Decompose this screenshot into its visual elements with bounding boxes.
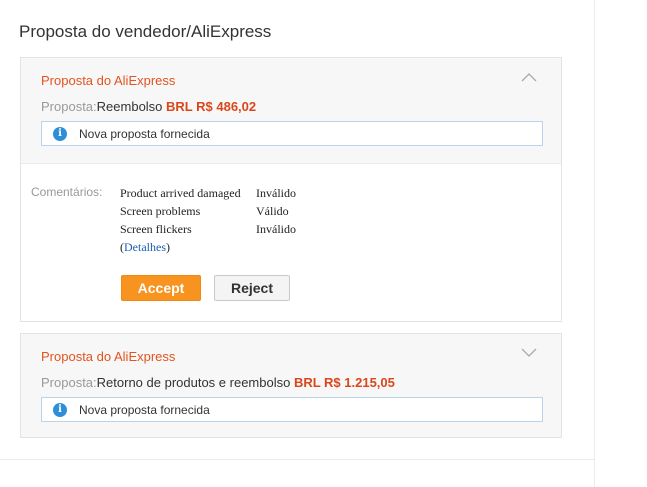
comment-issue: Screen problems (120, 203, 201, 218)
details-close-paren: ) (165, 240, 170, 254)
comment-issue: Screen flickers (120, 221, 192, 236)
details-line: (Detalhes) (120, 238, 296, 256)
proposal-title: Proposta do AliExpress (41, 73, 176, 88)
info-icon: i (53, 127, 67, 141)
comment-issue: Product arrived damaged (120, 185, 241, 200)
proposal-header: Proposta do AliExpress Proposta:Reembols… (21, 58, 561, 164)
new-proposal-notice: i Nova proposta fornecida (41, 121, 543, 146)
proposal-card-aliexpress-refund: Proposta do AliExpress Proposta:Reembols… (20, 57, 562, 322)
notice-text: Nova proposta fornecida (79, 403, 210, 417)
chevron-down-icon[interactable] (521, 348, 537, 358)
comment-status: Válido (256, 203, 289, 218)
right-divider (594, 0, 595, 487)
bottom-divider (0, 459, 594, 460)
accept-button[interactable]: Accept (121, 275, 201, 301)
comment-row: Screen flickers Inválido (120, 220, 296, 238)
section-title: Proposta do vendedor/AliExpress (19, 22, 272, 41)
notice-text: Nova proposta fornecida (79, 127, 210, 141)
comment-row: Product arrived damaged Inválido (120, 184, 296, 202)
comment-status: Inválido (256, 221, 296, 236)
proposal-label: Proposta: (41, 375, 97, 390)
reject-button[interactable]: Reject (214, 275, 290, 301)
proposal-line: Proposta:Retorno de produtos e reembolso… (41, 375, 395, 390)
proposal-type: Reembolso (96, 99, 167, 114)
chevron-up-icon[interactable] (521, 72, 537, 82)
details-link[interactable]: Detalhes (124, 240, 166, 254)
proposal-header: Proposta do AliExpress Proposta:Retorno … (21, 334, 561, 437)
comment-row: Screen problems Válido (120, 202, 296, 220)
comments-label: Comentários: (31, 185, 103, 199)
comment-status: Inválido (256, 185, 296, 200)
info-icon: i (53, 403, 67, 417)
proposal-title: Proposta do AliExpress (41, 349, 176, 364)
proposal-amount: BRL R$ 1.215,05 (293, 375, 395, 390)
proposal-type: Retorno de produtos e reembolso (96, 375, 294, 390)
new-proposal-notice: i Nova proposta fornecida (41, 397, 543, 422)
proposal-line: Proposta:Reembolso BRL R$ 486,02 (41, 99, 256, 114)
proposal-amount: BRL R$ 486,02 (166, 99, 257, 114)
proposal-card-aliexpress-return-refund: Proposta do AliExpress Proposta:Retorno … (20, 333, 562, 438)
proposal-label: Proposta: (41, 99, 97, 114)
comments-list: Product arrived damaged Inválido Screen … (120, 184, 296, 256)
